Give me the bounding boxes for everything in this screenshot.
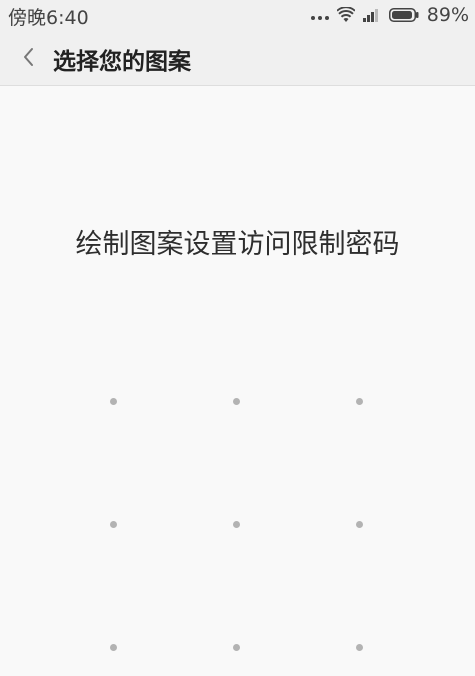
status-icons: 89%	[310, 4, 469, 26]
battery-icon	[388, 8, 419, 22]
instruction-text: 绘制图案设置访问限制密码	[75, 229, 400, 260]
chevron-left-icon	[24, 48, 33, 66]
screen: 傍晚6:40 89% 选择您的图案 绘制图案设置访问限制密码	[0, 0, 475, 676]
pattern-dot-4[interactable]	[110, 521, 117, 528]
page-title: 选择您的图案	[53, 49, 191, 75]
more-dots-icon	[310, 16, 329, 20]
pattern-dot-9[interactable]	[356, 644, 363, 651]
status-bar: 傍晚6:40 89%	[0, 0, 475, 30]
wifi-icon	[336, 7, 355, 22]
signal-icon	[362, 9, 378, 22]
status-time: 傍晚6:40	[8, 7, 89, 29]
pattern-lock-grid[interactable]	[0, 0, 475, 676]
pattern-dot-6[interactable]	[356, 521, 363, 528]
title-bar: 选择您的图案	[0, 30, 475, 86]
pattern-dot-1[interactable]	[110, 398, 117, 405]
pattern-dot-3[interactable]	[356, 398, 363, 405]
pattern-dot-7[interactable]	[110, 644, 117, 651]
pattern-dot-2[interactable]	[233, 398, 240, 405]
back-button[interactable]	[12, 40, 46, 74]
battery-percent: 89%	[426, 4, 469, 26]
pattern-dot-8[interactable]	[233, 644, 240, 651]
pattern-dot-5[interactable]	[233, 521, 240, 528]
